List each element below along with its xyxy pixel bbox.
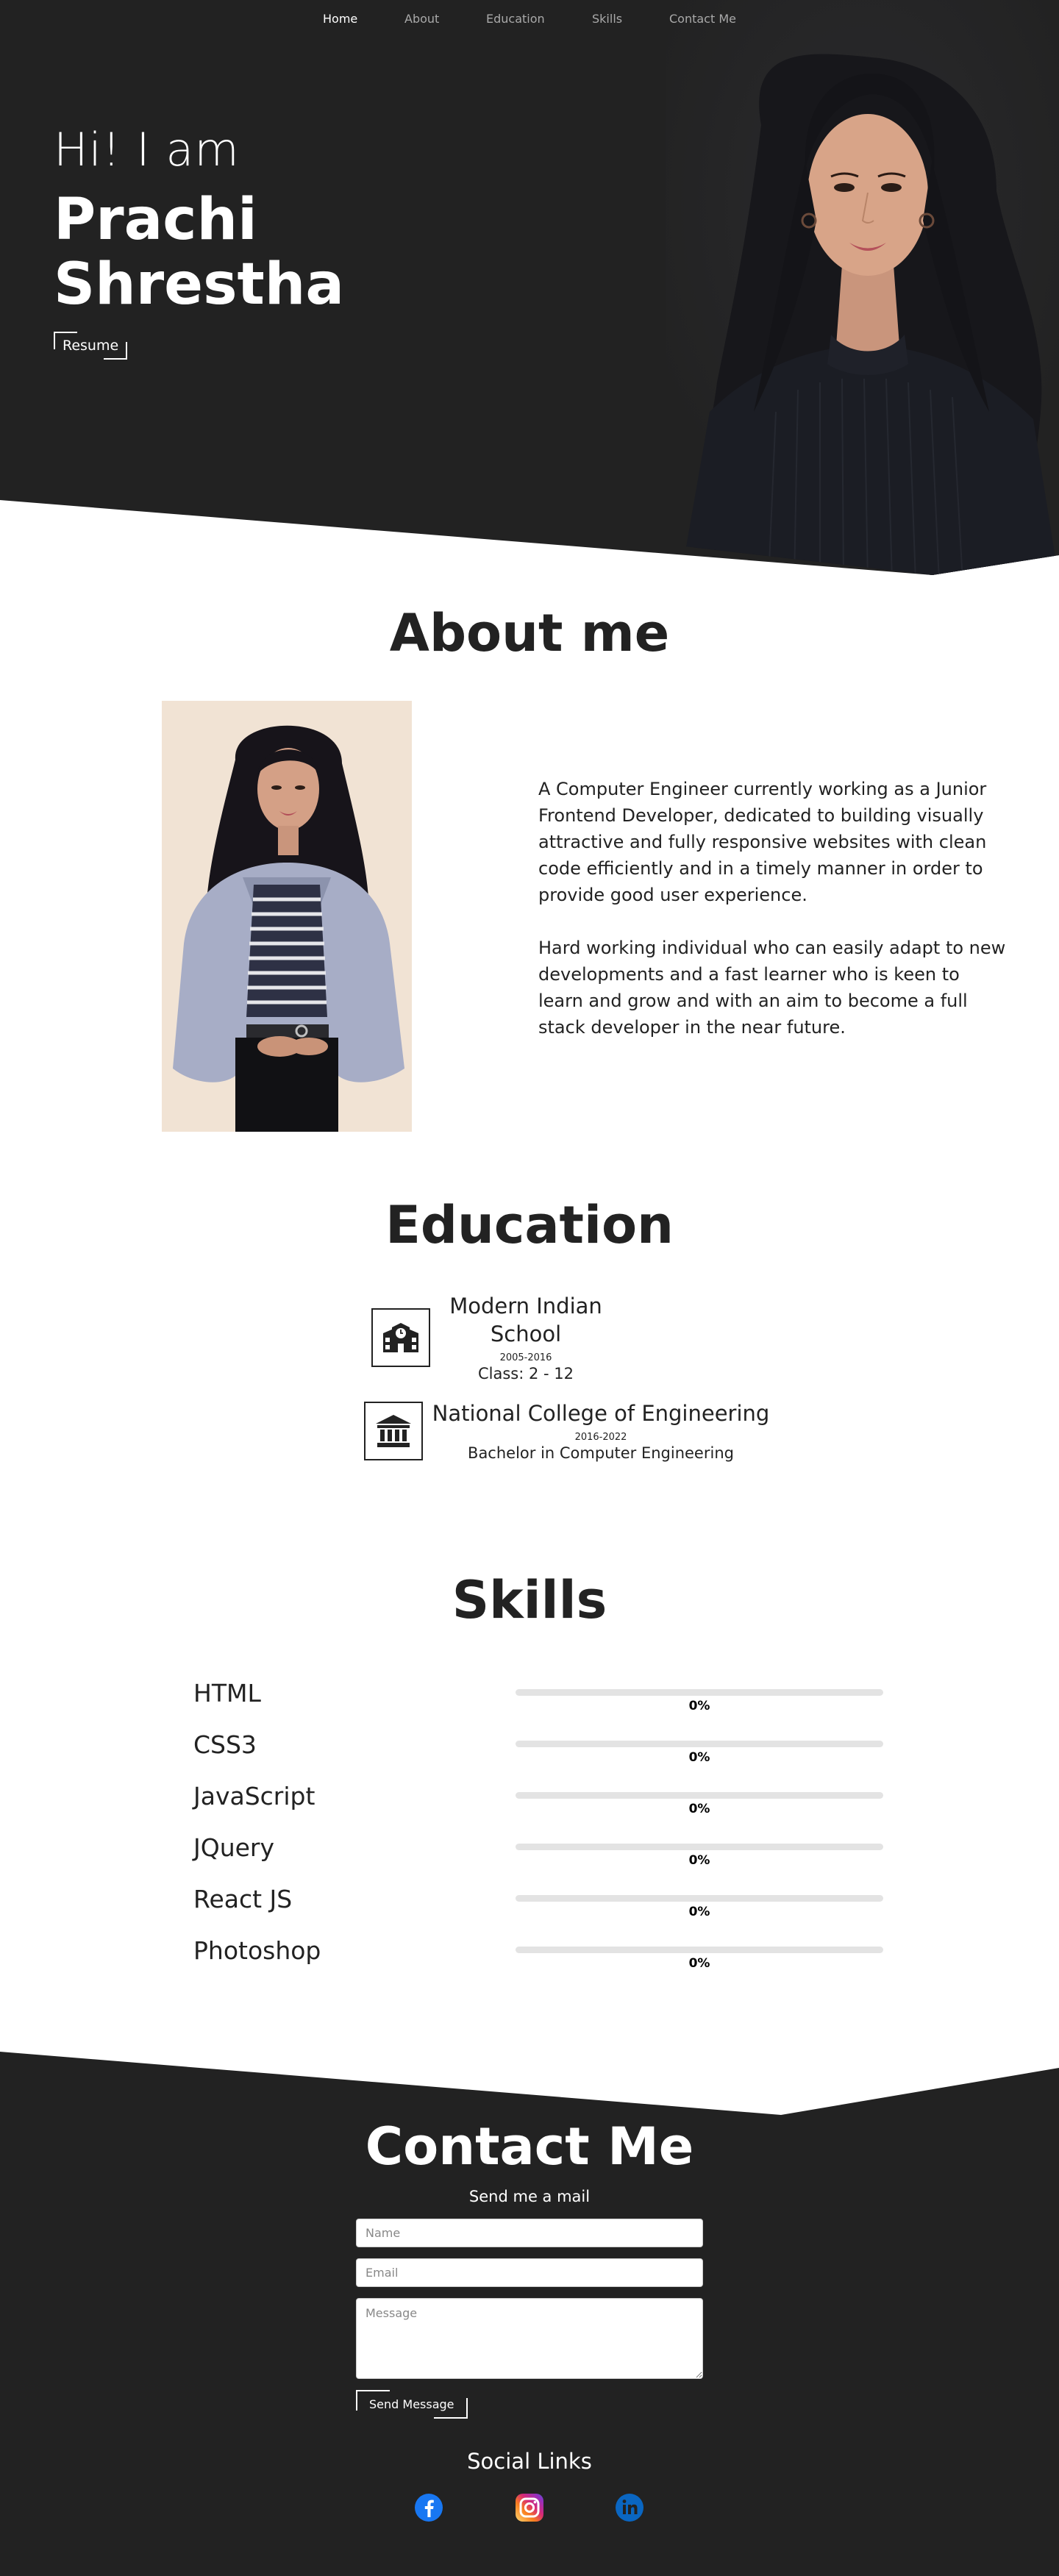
- skill-percent: 0%: [688, 1853, 710, 1868]
- contact-title: Contact Me: [365, 2116, 694, 2177]
- skill-progress-bar: [516, 1792, 883, 1799]
- hero-portrait: [666, 0, 1059, 575]
- skill-row: JQuery 0%: [193, 1833, 885, 1877]
- hero-first-name: Prachi: [54, 187, 257, 253]
- skill-percent: 0%: [688, 1699, 710, 1713]
- education-info: Modern Indian School 2005-2016 Class: 2 …: [430, 1292, 621, 1382]
- skill-progress-bar: [516, 1895, 883, 1902]
- education-item: Modern Indian School 2005-2016 Class: 2 …: [371, 1292, 621, 1382]
- linkedin-icon: [616, 2494, 643, 2522]
- hero-greeting: Hi! I am: [54, 123, 240, 176]
- contact-subtitle: Send me a mail: [468, 2188, 591, 2205]
- skill-percent: 0%: [688, 1956, 710, 1971]
- education-item: National College of Engineering 2016-202…: [364, 1399, 785, 1462]
- skill-row: Photoshop 0%: [193, 1936, 885, 1980]
- skill-name: CSS3: [193, 1730, 257, 1759]
- nav-contact-me[interactable]: Contact Me: [669, 12, 736, 26]
- skill-progress-bar: [516, 1741, 883, 1747]
- skill-row: CSS3 0%: [193, 1730, 885, 1774]
- skill-progress-bar: [516, 1689, 883, 1696]
- name-field[interactable]: [356, 2219, 703, 2247]
- about-paragraph: A Computer Engineer currently working as…: [538, 779, 987, 905]
- hero-last-name: Shrestha: [54, 251, 344, 318]
- nav-about[interactable]: About: [404, 12, 439, 26]
- skill-row: React JS 0%: [193, 1885, 885, 1929]
- education-title: Education: [385, 1195, 674, 1255]
- social-links-title: Social Links: [467, 2449, 592, 2474]
- skill-name: HTML: [193, 1679, 261, 1708]
- skill-progress-bar: [516, 1844, 883, 1850]
- university-icon: [364, 1401, 423, 1460]
- skill-row: HTML 0%: [193, 1679, 885, 1723]
- send-message-button[interactable]: Send Message: [356, 2390, 468, 2419]
- skills-title: Skills: [452, 1570, 607, 1630]
- education-info: National College of Engineering 2016-202…: [417, 1399, 785, 1462]
- hero-name: Prachi Shrestha: [54, 188, 344, 317]
- instagram-icon: [516, 2494, 543, 2522]
- skill-percent: 0%: [688, 1802, 710, 1816]
- message-field[interactable]: [356, 2298, 703, 2379]
- school-icon: [371, 1307, 430, 1367]
- about-title: About me: [389, 603, 670, 663]
- education-detail: Class: 2 - 12: [477, 1365, 574, 1382]
- education-name: Modern Indian School: [449, 1294, 602, 1346]
- about-portrait: [162, 701, 412, 1132]
- education-name: National College of Engineering: [432, 1401, 770, 1426]
- about-paragraph: Hard working individual who can easily a…: [538, 938, 1006, 1038]
- main-nav: Home About Education Skills Contact Me: [0, 0, 1059, 41]
- nav-education[interactable]: Education: [486, 12, 545, 26]
- hero-intro: Hi! I am Prachi Shrestha: [54, 121, 344, 317]
- skill-name: JavaScript: [193, 1782, 315, 1810]
- facebook-link[interactable]: [414, 2493, 443, 2522]
- skill-percent: 0%: [688, 1750, 710, 1765]
- education-detail: Bachelor in Computer Engineering: [468, 1444, 734, 1462]
- instagram-link[interactable]: [515, 2493, 544, 2522]
- resume-button[interactable]: Resume: [54, 332, 128, 360]
- education-years: 2016-2022: [574, 1432, 627, 1443]
- skill-name: React JS: [193, 1885, 293, 1913]
- linkedin-link[interactable]: [615, 2493, 644, 2522]
- skill-name: JQuery: [193, 1833, 275, 1862]
- skill-row: JavaScript 0%: [193, 1782, 885, 1826]
- facebook-icon: [415, 2494, 443, 2522]
- skill-progress-bar: [516, 1947, 883, 1953]
- about-text: A Computer Engineer currently working as…: [538, 776, 1009, 1041]
- education-years: 2005-2016: [499, 1352, 552, 1363]
- skill-percent: 0%: [688, 1905, 710, 1919]
- email-field[interactable]: [356, 2258, 703, 2287]
- skill-name: Photoshop: [193, 1936, 321, 1965]
- nav-skills[interactable]: Skills: [592, 12, 622, 26]
- nav-home[interactable]: Home: [323, 12, 357, 26]
